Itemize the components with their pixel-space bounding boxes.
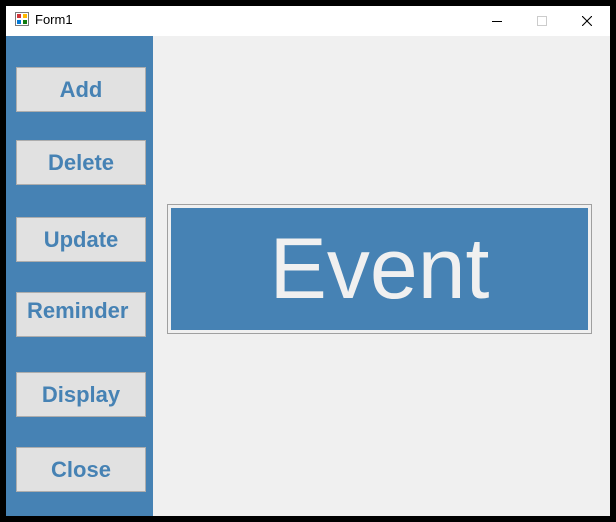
event-label: Event [171, 208, 588, 330]
sidebar-panel: Add Delete Update Reminder Display Close [6, 36, 153, 516]
form-client-area: Add Delete Update Reminder Display Close… [6, 36, 610, 516]
app-form-icon [15, 12, 29, 26]
event-panel: Event [167, 204, 592, 334]
window-title: Form1 [35, 12, 73, 27]
close-button[interactable]: Close [16, 447, 146, 492]
close-window-button[interactable] [564, 6, 610, 36]
add-button[interactable]: Add [16, 67, 146, 112]
display-button[interactable]: Display [16, 372, 146, 417]
minimize-button[interactable] [474, 6, 520, 36]
close-icon [582, 16, 592, 26]
minimize-icon [492, 21, 502, 22]
reminder-button[interactable]: Reminder [16, 292, 146, 337]
title-bar[interactable]: Form1 [6, 6, 610, 36]
update-button[interactable]: Update [16, 217, 146, 262]
maximize-button[interactable] [519, 6, 565, 36]
delete-button[interactable]: Delete [16, 140, 146, 185]
maximize-icon [537, 16, 547, 26]
app-window: Form1 Add Delete Update Reminder Display… [0, 0, 616, 522]
